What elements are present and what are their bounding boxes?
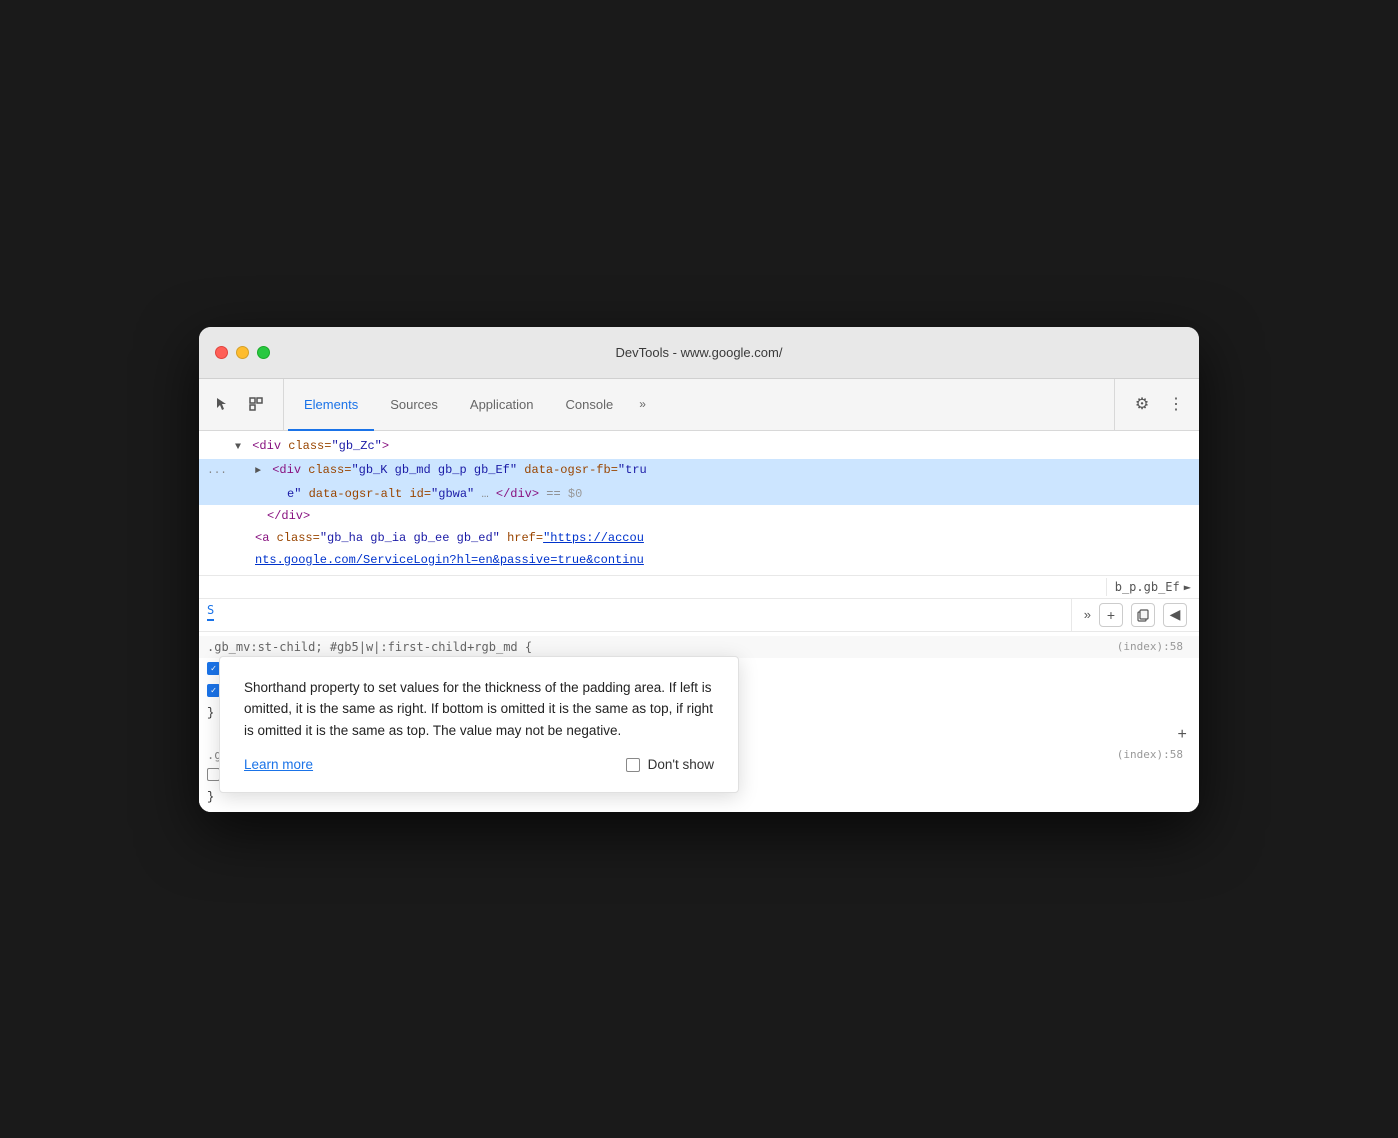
- tooltip-description: Shorthand property to set values for the…: [244, 677, 714, 742]
- css-subheader-row: S » + ◀: [199, 599, 1199, 632]
- dont-show-option: Don't show: [626, 757, 714, 772]
- cursor-icon-button[interactable]: [207, 389, 237, 419]
- css-header-row: b_p.gb_Ef ►: [199, 576, 1199, 599]
- tab-elements[interactable]: Elements: [288, 380, 374, 431]
- layers-icon: [248, 396, 264, 412]
- dont-show-checkbox[interactable]: [626, 758, 640, 772]
- source-indicator: S: [207, 603, 214, 621]
- tooltip-footer: Learn more Don't show: [244, 757, 714, 772]
- copy-style-button[interactable]: [1131, 603, 1155, 627]
- toolbar: Elements Sources Application Console » ⚙…: [199, 379, 1199, 431]
- toolbar-icons: [207, 379, 284, 430]
- titlebar: DevTools - www.google.com/: [199, 327, 1199, 379]
- triangle-icon: ►: [255, 466, 261, 477]
- settings-button[interactable]: ⚙: [1127, 389, 1157, 419]
- html-panel: ▼ <div class="gb_Zc"> ... ► <div class="…: [199, 431, 1199, 576]
- dont-show-label: Don't show: [648, 757, 714, 772]
- right-arrow-icon: ►: [1184, 580, 1191, 594]
- triangle-icon: ▼: [235, 442, 241, 453]
- tooltip-popup: Shorthand property to set values for the…: [219, 656, 739, 794]
- cursor-icon: [214, 396, 230, 412]
- line-number-2: (index):58: [1117, 748, 1191, 761]
- css-action-buttons: » + ◀: [1071, 599, 1199, 631]
- minimize-button[interactable]: [236, 346, 249, 359]
- dots-indicator: ...: [199, 462, 235, 480]
- copy-icon: [1136, 608, 1150, 622]
- selector-display: b_p.gb_Ef: [1115, 580, 1180, 594]
- close-button[interactable]: [215, 346, 228, 359]
- html-row-1: ▼ <div class="gb_Zc">: [199, 435, 1199, 459]
- more-tabs-icon[interactable]: »: [1084, 607, 1091, 622]
- html-row-3: e" data-ogsr-alt id="gbwa" … </div> == $…: [199, 483, 1199, 505]
- maximize-button[interactable]: [257, 346, 270, 359]
- main-content: ▼ <div class="gb_Zc"> ... ► <div class="…: [199, 431, 1199, 812]
- devtools-window: DevTools - www.google.com/ Elements: [199, 327, 1199, 812]
- layers-icon-button[interactable]: [241, 389, 271, 419]
- css-selector-1: .gb_mv:st-child; #gb5|w|:first-child+rgb…: [199, 636, 1199, 658]
- add-rule-button[interactable]: +: [1165, 724, 1199, 746]
- html-row-2[interactable]: ... ► <div class="gb_K gb_md gb_p gb_Ef"…: [199, 459, 1199, 483]
- right-panel-header: b_p.gb_Ef ►: [1106, 578, 1199, 596]
- traffic-lights: [215, 346, 270, 359]
- html-row-6: nts.google.com/ServiceLogin?hl=en&passiv…: [199, 549, 1199, 571]
- more-options-button[interactable]: ⋮: [1161, 389, 1191, 419]
- css-panel: b_p.gb_Ef ► S » +: [199, 576, 1199, 812]
- toggle-style-button[interactable]: ◀: [1163, 603, 1187, 627]
- window-title: DevTools - www.google.com/: [616, 345, 783, 360]
- tabs-container: Elements Sources Application Console »: [288, 379, 1114, 430]
- html-row-4: </div>: [199, 505, 1199, 527]
- learn-more-link[interactable]: Learn more: [244, 757, 313, 772]
- tab-sources[interactable]: Sources: [374, 380, 454, 431]
- tab-application[interactable]: Application: [454, 380, 550, 431]
- tab-more-button[interactable]: »: [629, 379, 656, 430]
- line-number-1: (index):58: [1117, 640, 1191, 653]
- tab-console[interactable]: Console: [550, 380, 630, 431]
- html-row-5: <a class="gb_ha gb_ia gb_ee gb_ed" href=…: [199, 527, 1199, 549]
- toolbar-right: ⚙ ⋮: [1114, 379, 1191, 430]
- lower-area: b_p.gb_Ef ► S » +: [199, 576, 1199, 812]
- add-style-button[interactable]: +: [1099, 603, 1123, 627]
